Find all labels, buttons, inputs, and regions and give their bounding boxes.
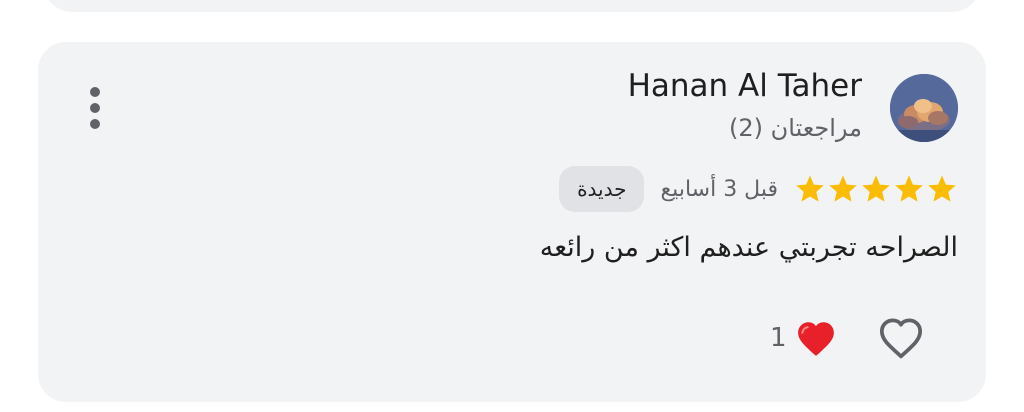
more-options-button[interactable] xyxy=(80,84,110,132)
review-time: قبل 3 أسابيع xyxy=(660,176,778,202)
rating-row: قبل 3 أسابيع جديدة xyxy=(559,166,958,212)
reaction-count: 1 xyxy=(770,323,787,353)
reviewer-avatar[interactable] xyxy=(890,74,958,142)
red-heart-icon xyxy=(797,322,834,356)
review-text: الصراحه تجربتي عندهم اكثر من رائعه xyxy=(539,232,958,263)
like-button[interactable] xyxy=(876,314,926,360)
star-icon xyxy=(862,175,890,202)
heart-outline-icon xyxy=(879,318,923,359)
reviewer-name[interactable]: Hanan Al Taher xyxy=(628,68,862,104)
reviewer-review-count: مراجعتان (2) xyxy=(728,114,862,142)
star-icon xyxy=(796,175,824,202)
new-badge: جديدة xyxy=(559,166,645,212)
more-vert-icon-dot xyxy=(90,87,100,97)
star-rating xyxy=(794,173,958,205)
star-icon xyxy=(829,175,857,202)
previous-review-card xyxy=(44,0,980,12)
avatar-image xyxy=(890,74,958,142)
star-icon xyxy=(895,175,923,202)
more-vert-icon-dot xyxy=(90,103,100,113)
star-icon xyxy=(928,175,956,202)
more-vert-icon-dot xyxy=(90,119,100,129)
reaction-summary[interactable]: 1 xyxy=(770,316,837,360)
